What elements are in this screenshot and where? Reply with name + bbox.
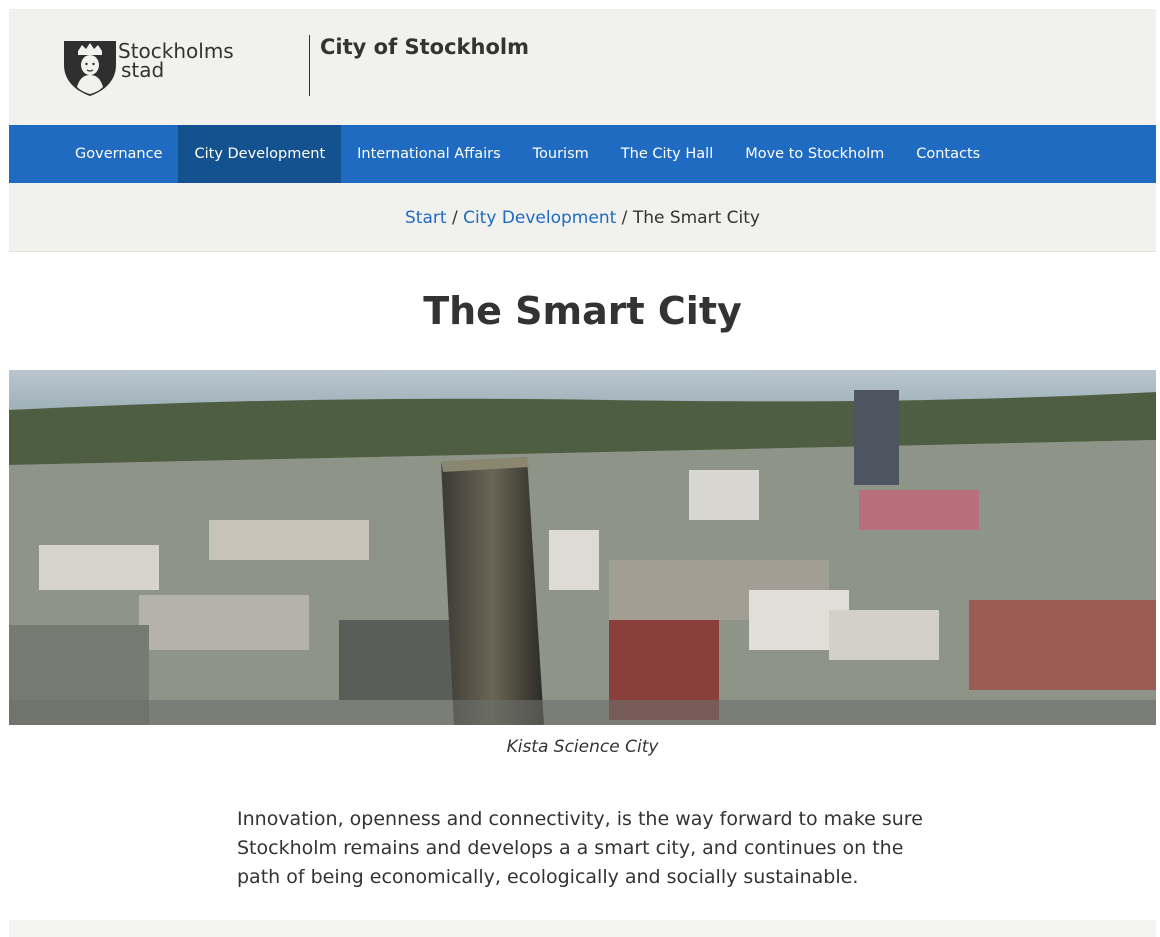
breadcrumb: Start / City Development / The Smart Cit… — [9, 183, 1156, 252]
image-caption: Kista Science City — [506, 737, 659, 757]
nav-item-international-affairs[interactable]: International Affairs — [341, 125, 517, 183]
bottom-strip — [9, 920, 1156, 937]
breadcrumb-current: The Smart City — [632, 208, 760, 228]
hero-image-aerial-city — [9, 370, 1156, 725]
main-nav: Governance City Development Internationa… — [9, 125, 1156, 183]
header-divider — [309, 35, 310, 96]
page-frame: Stockholms stad City of Stockholm Govern… — [9, 9, 1156, 937]
breadcrumb-separator: / — [621, 208, 628, 228]
nav-item-governance[interactable]: Governance — [59, 125, 178, 183]
nav-item-city-hall[interactable]: The City Hall — [605, 125, 729, 183]
breadcrumb-section-link[interactable]: City Development — [463, 208, 616, 228]
site-header: Stockholms stad City of Stockholm — [9, 9, 1156, 125]
intro-paragraph: Innovation, openness and connectivity, i… — [237, 808, 923, 888]
breadcrumb-start-link[interactable]: Start — [405, 208, 447, 228]
brand-name[interactable]: Stockholms stad — [118, 41, 234, 82]
nav-item-tourism[interactable]: Tourism — [517, 125, 605, 183]
site-title[interactable]: City of Stockholm — [320, 35, 529, 59]
nav-item-contacts[interactable]: Contacts — [900, 125, 996, 183]
brand-line-2: stad — [121, 58, 165, 82]
breadcrumb-separator: / — [451, 208, 458, 228]
stockholm-crest-logo[interactable] — [60, 35, 120, 97]
nav-item-city-development[interactable]: City Development — [178, 125, 342, 183]
nav-item-move-to-stockholm[interactable]: Move to Stockholm — [729, 125, 900, 183]
page-title: The Smart City — [423, 289, 742, 333]
